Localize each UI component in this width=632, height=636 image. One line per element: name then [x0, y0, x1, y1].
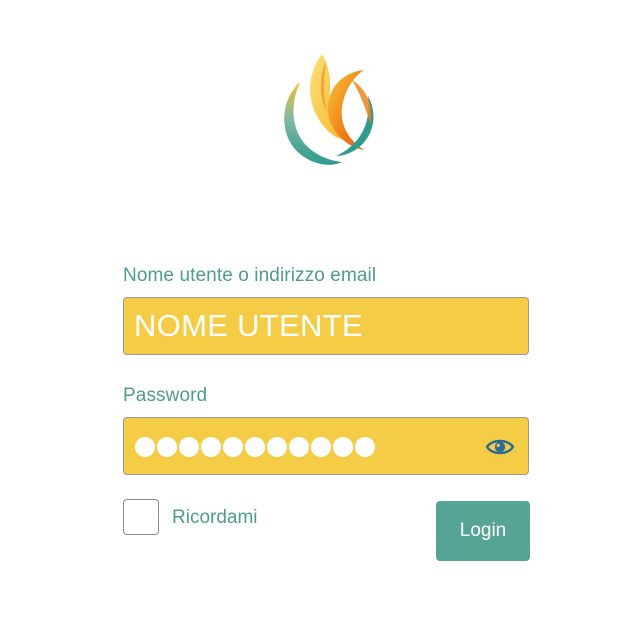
eye-icon[interactable]	[486, 434, 514, 460]
password-dot	[135, 437, 155, 457]
login-button[interactable]: Login	[436, 501, 530, 561]
password-label: Password	[123, 385, 208, 406]
password-dot	[201, 437, 221, 457]
username-label: Nome utente o indirizzo email	[123, 265, 377, 286]
password-dot	[223, 437, 243, 457]
password-dot	[267, 437, 287, 457]
remember-label: Ricordami	[172, 507, 258, 528]
password-dot	[245, 437, 265, 457]
username-input[interactable]	[124, 298, 528, 354]
password-dot	[355, 437, 375, 457]
password-dot	[311, 437, 331, 457]
username-field[interactable]	[123, 297, 529, 355]
logo-icon	[284, 54, 374, 165]
password-dot	[157, 437, 177, 457]
login-page: Nome utente o indirizzo email Password R…	[0, 0, 632, 636]
password-field[interactable]	[123, 417, 529, 475]
password-dot	[333, 437, 353, 457]
password-dot	[179, 437, 199, 457]
password-dot	[289, 437, 309, 457]
password-mask	[135, 437, 375, 457]
remember-checkbox[interactable]	[123, 499, 159, 535]
